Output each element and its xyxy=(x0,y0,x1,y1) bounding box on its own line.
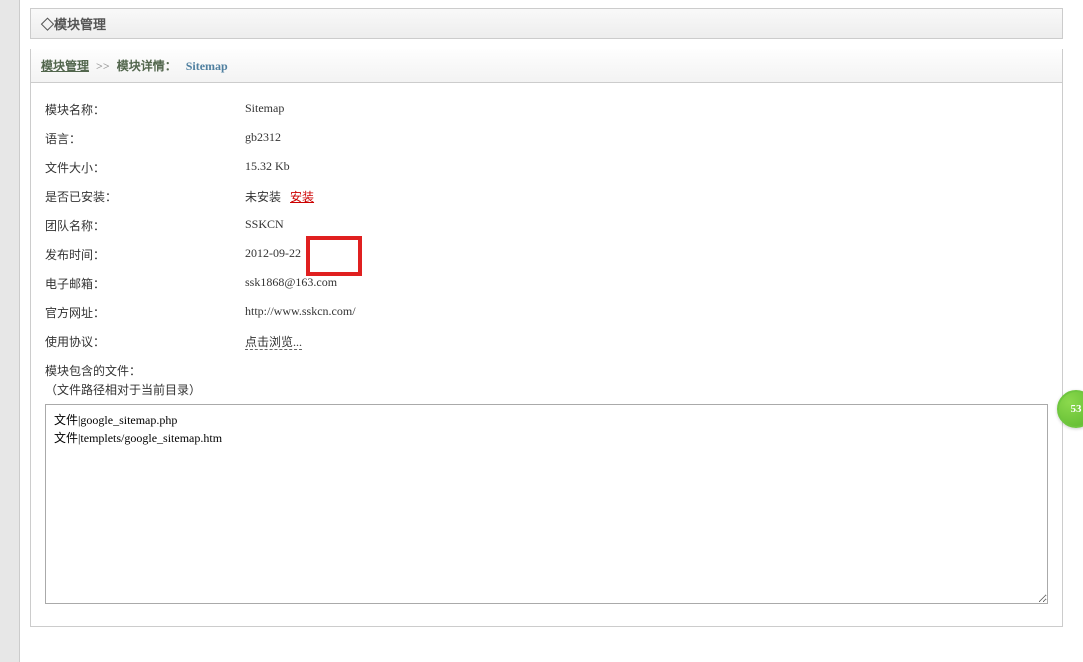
install-status-text: 未安装 xyxy=(245,190,281,204)
value-website: http://www.sskcn.com/ xyxy=(245,304,1048,321)
label-files-included: 模块包含的文件： xyxy=(45,356,1048,381)
left-sidebar-strip xyxy=(0,0,20,662)
floating-badge-text: 53 xyxy=(1071,403,1082,415)
field-team-name: 团队名称： SSKCN xyxy=(45,211,1048,240)
files-textarea[interactable] xyxy=(45,404,1048,604)
value-installed: 未安装 安装 xyxy=(245,188,1048,205)
field-installed: 是否已安装： 未安装 安装 xyxy=(45,182,1048,211)
breadcrumb-link-module-manage[interactable]: 模块管理 xyxy=(41,59,89,73)
field-publish-time: 发布时间： 2012-09-22 xyxy=(45,240,1048,269)
value-publish-time: 2012-09-22 xyxy=(245,246,1048,263)
breadcrumb-current-value: Sitemap xyxy=(186,59,228,73)
page-title: 模块管理 xyxy=(54,17,106,32)
value-file-size: 15.32 Kb xyxy=(245,159,1048,176)
breadcrumb-current-label: 模块详情： xyxy=(117,59,177,73)
title-bar: ◇模块管理 xyxy=(30,8,1063,39)
label-file-size: 文件大小： xyxy=(45,159,245,176)
value-language: gb2312 xyxy=(245,130,1048,147)
license-browse-link[interactable]: 点击浏览... xyxy=(245,335,302,350)
label-team-name: 团队名称： xyxy=(45,217,245,234)
label-publish-time: 发布时间： xyxy=(45,246,245,263)
breadcrumb: 模块管理 >> 模块详情： Sitemap xyxy=(30,49,1063,83)
value-email: ssk1868@163.com xyxy=(245,275,1048,292)
label-license: 使用协议： xyxy=(45,333,245,350)
field-license: 使用协议： 点击浏览... xyxy=(45,327,1048,356)
main-container: ◇模块管理 模块管理 >> 模块详情： Sitemap 模块名称： Sitema… xyxy=(30,0,1063,627)
label-installed: 是否已安装： xyxy=(45,188,245,205)
field-language: 语言： gb2312 xyxy=(45,124,1048,153)
field-module-name: 模块名称： Sitemap xyxy=(45,95,1048,124)
label-language: 语言： xyxy=(45,130,245,147)
value-license: 点击浏览... xyxy=(245,333,1048,350)
value-team-name: SSKCN xyxy=(245,217,1048,234)
field-email: 电子邮箱： ssk1868@163.com xyxy=(45,269,1048,298)
value-module-name: Sitemap xyxy=(245,101,1048,118)
title-diamond: ◇ xyxy=(41,17,54,32)
label-website: 官方网址： xyxy=(45,304,245,321)
label-email: 电子邮箱： xyxy=(45,275,245,292)
install-link[interactable]: 安装 xyxy=(290,190,314,204)
field-website: 官方网址： http://www.sskcn.com/ xyxy=(45,298,1048,327)
field-file-size: 文件大小： 15.32 Kb xyxy=(45,153,1048,182)
content-box: 模块名称： Sitemap 语言： gb2312 文件大小： 15.32 Kb … xyxy=(30,83,1063,627)
label-module-name: 模块名称： xyxy=(45,101,245,118)
label-files-relative-note: （文件路径相对于当前目录） xyxy=(45,381,1048,404)
breadcrumb-separator: >> xyxy=(96,59,110,73)
